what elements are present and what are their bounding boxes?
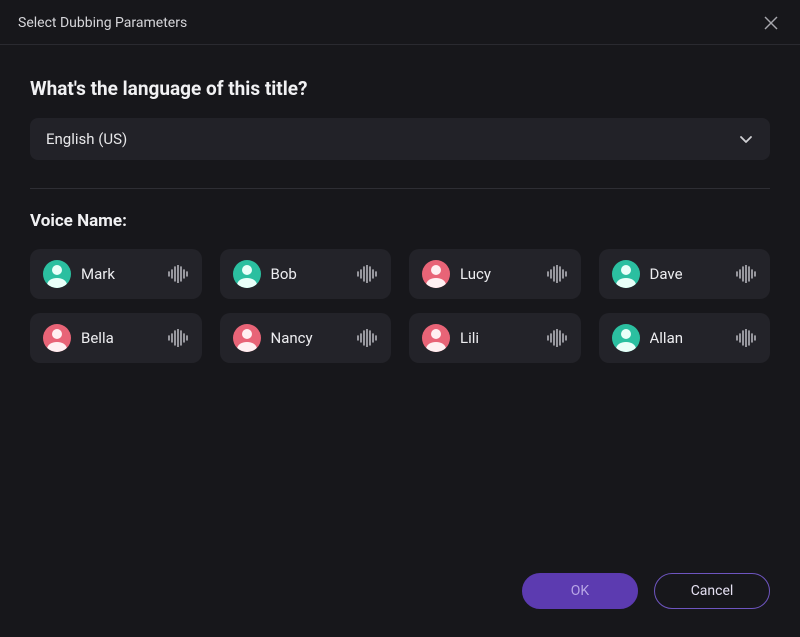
chevron-down-icon	[738, 131, 754, 147]
avatar-icon	[612, 260, 640, 288]
ok-button[interactable]: OK	[522, 573, 638, 609]
avatar-icon	[233, 260, 261, 288]
language-selected-value: English (US)	[46, 130, 127, 148]
voice-name-label: Dave	[650, 265, 726, 283]
avatar-icon	[233, 324, 261, 352]
ok-button-label: OK	[571, 583, 589, 599]
avatar-icon	[612, 324, 640, 352]
language-question-label: What's the language of this title?	[30, 77, 770, 100]
soundwave-icon	[546, 265, 568, 283]
dialog-content: What's the language of this title? Engli…	[0, 45, 800, 553]
voice-card[interactable]: Bob	[220, 249, 392, 299]
dialog-footer: OK Cancel	[0, 553, 800, 637]
soundwave-icon	[735, 265, 757, 283]
close-button[interactable]	[760, 12, 782, 34]
titlebar: Select Dubbing Parameters	[0, 0, 800, 45]
voice-name-label: Bella	[81, 329, 157, 347]
voice-name-label: Allan	[650, 329, 726, 347]
soundwave-icon	[167, 329, 189, 347]
avatar-icon	[43, 260, 71, 288]
avatar-icon	[422, 324, 450, 352]
voice-name-label: Nancy	[271, 329, 347, 347]
voice-name-label: Lili	[460, 329, 536, 347]
voice-grid: Mark Bob Lucy Dave Bella Nancy Lili Allan	[30, 249, 770, 363]
soundwave-icon	[356, 265, 378, 283]
voice-card[interactable]: Lili	[409, 313, 581, 363]
dialog-title: Select Dubbing Parameters	[18, 15, 187, 31]
close-icon	[764, 16, 778, 30]
cancel-button-label: Cancel	[691, 583, 734, 599]
voice-card[interactable]: Dave	[599, 249, 771, 299]
soundwave-icon	[356, 329, 378, 347]
language-dropdown[interactable]: English (US)	[30, 118, 770, 160]
cancel-button[interactable]: Cancel	[654, 573, 770, 609]
voice-name-label: Mark	[81, 265, 157, 283]
voice-card[interactable]: Mark	[30, 249, 202, 299]
soundwave-icon	[735, 329, 757, 347]
soundwave-icon	[167, 265, 189, 283]
voice-card[interactable]: Bella	[30, 313, 202, 363]
voice-name-label: Lucy	[460, 265, 536, 283]
dubbing-parameters-dialog: Select Dubbing Parameters What's the lan…	[0, 0, 800, 637]
voice-card[interactable]: Lucy	[409, 249, 581, 299]
voice-card[interactable]: Allan	[599, 313, 771, 363]
voice-name-label: Voice Name:	[30, 188, 770, 231]
soundwave-icon	[546, 329, 568, 347]
voice-name-label: Bob	[271, 265, 347, 283]
voice-card[interactable]: Nancy	[220, 313, 392, 363]
avatar-icon	[422, 260, 450, 288]
avatar-icon	[43, 324, 71, 352]
